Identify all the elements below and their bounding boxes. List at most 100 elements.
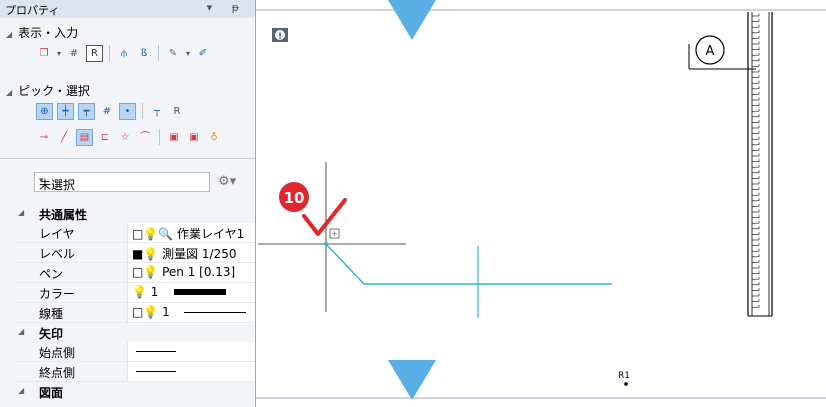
prop-key: ペン	[39, 267, 64, 281]
grid-label-text: A	[706, 44, 715, 59]
panel-controls[interactable]: ▾ ᵽ	[207, 1, 247, 14]
prop-value-cell[interactable]: ■💡 測量図 1/250	[127, 243, 255, 262]
separator	[142, 103, 143, 119]
frame-select-icon[interactable]: ⊏	[97, 129, 113, 145]
collapse-arrow-icon[interactable]: ◢	[6, 88, 12, 97]
eyedropper-icon[interactable]: ✐	[195, 45, 211, 61]
dropdown-arrow-icon[interactable]: ▾	[56, 45, 62, 61]
prop-key: 線種	[39, 307, 64, 321]
prop-value: ■💡 測量図 1/250	[132, 247, 237, 261]
prop-key: レベル	[39, 247, 76, 261]
arrow-line-sample	[136, 351, 176, 352]
grid-icon[interactable]: #	[66, 45, 82, 61]
prop-row-linetype[interactable]: 線種 □💡 1	[15, 303, 255, 323]
snap-mid-icon[interactable]: ┬	[149, 103, 165, 119]
linetype-sample	[184, 312, 246, 313]
info-button-label: !	[278, 32, 282, 42]
collapse-arrow-icon[interactable]: ◢	[18, 208, 24, 217]
separator	[109, 45, 110, 61]
selection-combo[interactable]: 未選択 ▾	[34, 172, 210, 192]
group-drawing[interactable]: ◢ 図面	[15, 382, 255, 401]
arrow-line-sample	[136, 371, 176, 372]
snap-node-icon[interactable]: •	[119, 102, 136, 120]
rect-select-icon[interactable]: ▤	[76, 128, 93, 146]
divider	[0, 158, 255, 159]
toolbar-pick-2: ⊸ ╱ ▤ ⊏ ☆ ⏜ ▣ ▣ ♁	[36, 128, 222, 146]
prop-key: カラー	[39, 287, 76, 301]
prop-value-cell[interactable]: □💡🔍 作業レイヤ1	[127, 223, 255, 242]
prop-row-level[interactable]: レベル ■💡 測量図 1/250	[15, 243, 255, 263]
box-select-icon[interactable]: ▣	[166, 129, 182, 145]
curve-select-icon[interactable]: ⏜	[137, 129, 153, 145]
snap-point-icon[interactable]: ┿	[57, 102, 74, 120]
snap-grid-icon[interactable]: #	[99, 103, 115, 119]
polyline-start-point[interactable]	[324, 242, 328, 246]
prop-value-cell[interactable]: 💡 1	[127, 283, 255, 302]
star-select-icon[interactable]: ☆	[117, 129, 133, 145]
prop-value-cell[interactable]: □💡 Pen 1 [0.13]	[127, 263, 255, 282]
point-label: R1	[618, 371, 630, 381]
ortho-icon[interactable]: ⫛	[116, 45, 132, 61]
grid-label-marker[interactable]: A	[688, 35, 756, 70]
r-toggle-icon[interactable]: R	[86, 44, 103, 62]
snap-end-icon[interactable]: ┯	[78, 102, 95, 120]
section-display-input[interactable]: ◢ 表示・入力	[6, 24, 78, 41]
top-marker-triangle	[388, 0, 436, 40]
prop-value: □💡 Pen 1 [0.13]	[132, 265, 236, 279]
group-label: 矢印	[39, 327, 64, 341]
polyline-select-icon[interactable]: ╱	[56, 129, 72, 145]
step-badge: 10	[279, 182, 309, 212]
settings-gear-icon[interactable]: ⚙▾	[218, 174, 236, 189]
prop-key: 終点側	[39, 366, 76, 380]
group-common[interactable]: ◢ 共通属性	[15, 204, 255, 223]
property-panel: プロパティ ▾ ᵽ ◢ 表示・入力 ❐ ▾ # R ⫛ ß ✎ ▾ ✐ ◢ ピック・…	[0, 0, 256, 407]
canvas-svg[interactable]: ! + 10 A R1	[256, 0, 826, 407]
prop-value-cell[interactable]	[127, 362, 255, 381]
chevron-down-icon[interactable]: ▾	[39, 176, 205, 186]
prop-value: 💡 1	[132, 285, 159, 299]
prop-key: レイヤ	[39, 227, 75, 241]
snap-center-icon[interactable]: ⊕	[36, 102, 53, 120]
separator	[159, 129, 160, 145]
prop-row-end-arrow[interactable]: 終点側	[15, 362, 255, 382]
info-button[interactable]: !	[272, 28, 288, 42]
bottom-marker-triangle	[388, 360, 436, 400]
prop-key: 始点側	[39, 346, 76, 360]
drawing-canvas[interactable]: ! + 10 A R1	[256, 0, 826, 407]
prop-row-color[interactable]: カラー 💡 1	[15, 283, 255, 303]
step-badge-label: 10	[284, 189, 305, 207]
property-grid: ◢ 共通属性 レイヤ □💡🔍 作業レイヤ1 レベル ■💡 測量図 1/250 ペ…	[15, 204, 255, 401]
section-label: 表示・入力	[18, 26, 79, 40]
prop-value-cell[interactable]	[127, 342, 255, 361]
wall-structure[interactable]	[747, 12, 773, 317]
panel-title: プロパティ	[5, 4, 60, 17]
line-select-icon[interactable]: ⊸	[36, 129, 52, 145]
panel-title-bar: プロパティ ▾ ᵽ	[0, 0, 255, 18]
swap-icon[interactable]: ß	[136, 45, 152, 61]
collapse-arrow-icon[interactable]: ◢	[18, 327, 24, 336]
toolbar-display: ❐ ▾ # R ⫛ ß ✎ ▾ ✐	[36, 44, 211, 62]
section-pick-select[interactable]: ◢ ピック・選択	[6, 82, 90, 99]
group-label: 図面	[39, 386, 64, 400]
point-marker[interactable]	[624, 382, 628, 386]
prop-value: □💡 1	[132, 305, 170, 319]
toolbar-pick-1: ⊕ ┿ ┯ # • ┬ R	[36, 102, 185, 120]
collapse-arrow-icon[interactable]: ◢	[6, 30, 12, 39]
dropdown-arrow-icon[interactable]: ▾	[185, 45, 191, 61]
prop-row-layer[interactable]: レイヤ □💡🔍 作業レイヤ1	[15, 223, 255, 243]
layer-window-icon[interactable]: ❐	[36, 45, 52, 61]
prop-row-start-arrow[interactable]: 始点側	[15, 342, 255, 362]
box-select-2-icon[interactable]: ▣	[186, 129, 202, 145]
bag-icon[interactable]: ♁	[206, 129, 222, 145]
prop-row-pen[interactable]: ペン □💡 Pen 1 [0.13]	[15, 263, 255, 283]
group-label: 共通属性	[39, 208, 88, 222]
collapse-arrow-icon[interactable]: ◢	[18, 386, 24, 395]
pen-tool-icon[interactable]: ✎	[165, 45, 181, 61]
color-swatch	[174, 289, 226, 295]
prop-value: □💡🔍 作業レイヤ1	[132, 227, 245, 241]
group-arrow[interactable]: ◢ 矢印	[15, 323, 255, 342]
section-label: ピック・選択	[18, 84, 90, 98]
prop-value-cell[interactable]: □💡 1	[127, 303, 255, 322]
cyan-polyline[interactable]	[325, 243, 612, 285]
snap-r-icon[interactable]: R	[169, 103, 185, 119]
